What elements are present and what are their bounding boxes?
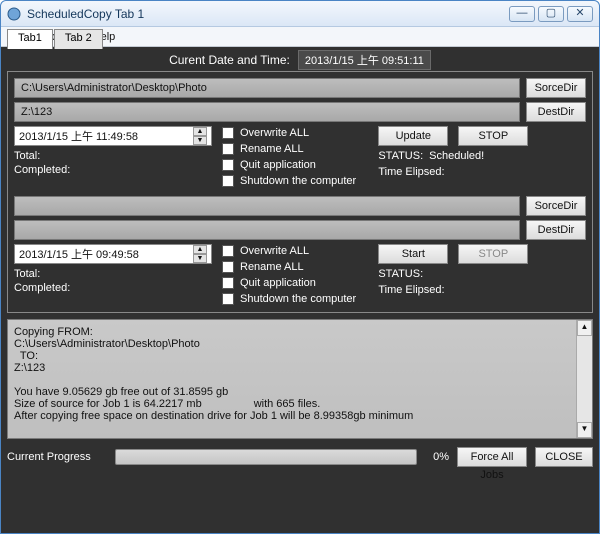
job1-stop-button[interactable]: STOP [458, 126, 528, 146]
log-output[interactable]: Copying FROM: C:\Users\Administrator\Des… [7, 319, 593, 439]
job1-rename-checkbox[interactable]: Rename ALL [222, 142, 370, 156]
tab-1[interactable]: Tab1 [7, 29, 53, 49]
progress-label: Current Progress [7, 451, 107, 463]
checkbox-icon [222, 261, 234, 273]
scroll-down-icon[interactable]: ▼ [577, 422, 592, 438]
job2-completed-label: Completed: [14, 282, 212, 294]
job1-dest-path[interactable]: Z:\123 [14, 102, 520, 122]
jobs-panel: C:\Users\Administrator\Desktop\Photo Sor… [7, 71, 593, 313]
datetime-value: 2013/1/15 上午 09:51:11 [298, 50, 431, 70]
job1-sourcedir-button[interactable]: SorceDir [526, 78, 586, 98]
job2-start-button[interactable]: Start [378, 244, 448, 264]
job2-time-up-icon[interactable]: ▲ [193, 245, 207, 254]
job2-time-down-icon[interactable]: ▼ [193, 254, 207, 263]
job1-time-up-icon[interactable]: ▲ [193, 127, 207, 136]
checkbox-icon [222, 159, 234, 171]
tabstrip: Tab1 Tab 2 [7, 29, 593, 49]
checkbox-icon [222, 245, 234, 257]
job1-overwrite-checkbox[interactable]: Overwrite ALL [222, 126, 370, 140]
job2-quit-checkbox[interactable]: Quit application [222, 276, 370, 290]
job2-shutdown-checkbox[interactable]: Shutdown the computer [222, 292, 370, 306]
app-window: ScheduledCopy Tab 1 — ▢ ✕ File Options H… [0, 0, 600, 534]
force-all-jobs-button[interactable]: Force All Jobs [457, 447, 527, 467]
job2-sourcedir-button[interactable]: SorceDir [526, 196, 586, 216]
window-title: ScheduledCopy Tab 1 [27, 7, 144, 21]
scroll-up-icon[interactable]: ▲ [577, 320, 592, 336]
datetime-row: Curent Date and Time: 2013/1/15 上午 09:51… [7, 49, 593, 71]
job1-schedule-time-value: 2013/1/15 上午 11:49:58 [19, 128, 138, 144]
job2-rename-checkbox[interactable]: Rename ALL [222, 260, 370, 274]
close-button[interactable]: CLOSE [535, 447, 593, 467]
checkbox-icon [222, 293, 234, 305]
job2-stop-button[interactable]: STOP [458, 244, 528, 264]
job1-schedule-time[interactable]: 2013/1/15 上午 11:49:58 ▲ ▼ [14, 126, 212, 146]
job1-shutdown-checkbox[interactable]: Shutdown the computer [222, 174, 370, 188]
checkbox-icon [222, 277, 234, 289]
scroll-track[interactable] [577, 336, 592, 422]
job2-dest-path[interactable] [14, 220, 520, 240]
job1-quit-checkbox[interactable]: Quit application [222, 158, 370, 172]
job2-source-path[interactable] [14, 196, 520, 216]
job1-completed-label: Completed: [14, 164, 212, 176]
job1-total-label: Total: [14, 150, 212, 162]
log-scrollbar[interactable]: ▲ ▼ [576, 320, 592, 438]
close-window-button[interactable]: ✕ [567, 6, 593, 22]
job1-source-path[interactable]: C:\Users\Administrator\Desktop\Photo [14, 78, 520, 98]
app-icon [7, 7, 21, 21]
job1-update-button[interactable]: Update [378, 126, 448, 146]
job2-total-label: Total: [14, 268, 212, 280]
job2-overwrite-checkbox[interactable]: Overwrite ALL [222, 244, 370, 258]
checkbox-icon [222, 143, 234, 155]
job2-destdir-button[interactable]: DestDir [526, 220, 586, 240]
titlebar[interactable]: ScheduledCopy Tab 1 — ▢ ✕ [1, 1, 599, 27]
job2-schedule-time[interactable]: 2013/1/15 上午 09:49:58 ▲ ▼ [14, 244, 212, 264]
tab-2[interactable]: Tab 2 [54, 29, 103, 49]
job1-status-value: Scheduled! [429, 150, 484, 162]
checkbox-icon [222, 127, 234, 139]
progress-bar [115, 449, 417, 465]
content-area: Tab1 Tab 2 Curent Date and Time: 2013/1/… [1, 47, 599, 533]
footer: Current Progress 0% Force All Jobs CLOSE [7, 447, 593, 467]
job1-elapsed-label: Time Elipsed: [378, 166, 444, 178]
job2-status-label: STATUS: [378, 268, 423, 280]
job1-destdir-button[interactable]: DestDir [526, 102, 586, 122]
job1-time-down-icon[interactable]: ▼ [193, 136, 207, 145]
job2-elapsed-label: Time Elipsed: [378, 284, 444, 296]
checkbox-icon [222, 175, 234, 187]
job2-schedule-time-value: 2013/1/15 上午 09:49:58 [19, 246, 139, 262]
minimize-button[interactable]: — [509, 6, 535, 22]
maximize-button[interactable]: ▢ [538, 6, 564, 22]
job1-status-label: STATUS: [378, 150, 423, 162]
progress-percent: 0% [425, 451, 449, 463]
datetime-label: Curent Date and Time: [169, 53, 290, 67]
